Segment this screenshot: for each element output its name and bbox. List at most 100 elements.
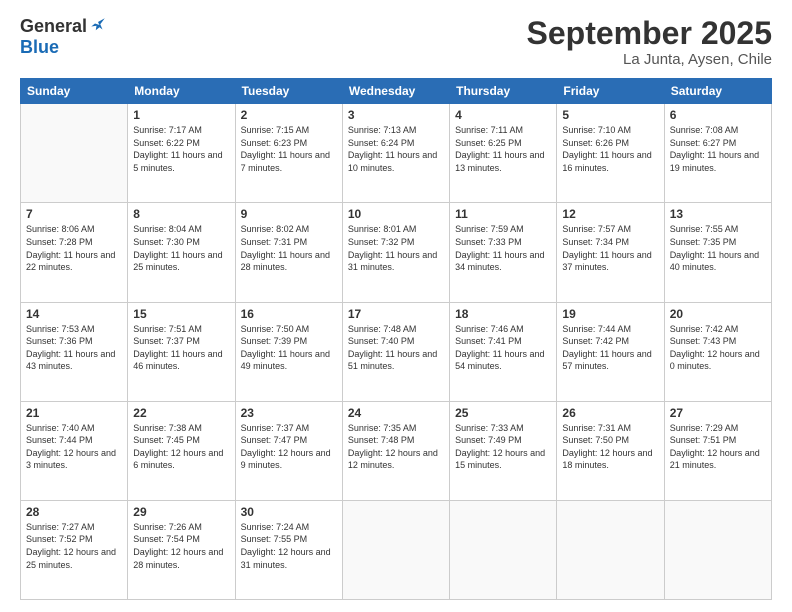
- cell-info: Sunrise: 8:01 AM Sunset: 7:32 PM Dayligh…: [348, 223, 444, 273]
- cell-info: Sunrise: 7:51 AM Sunset: 7:37 PM Dayligh…: [133, 323, 229, 373]
- header-sunday: Sunday: [21, 79, 128, 104]
- header-wednesday: Wednesday: [342, 79, 449, 104]
- header-thursday: Thursday: [450, 79, 557, 104]
- logo-bird-icon: [89, 16, 107, 34]
- day-number: 10: [348, 207, 444, 221]
- header-saturday: Saturday: [664, 79, 771, 104]
- cell-info: Sunrise: 7:24 AM Sunset: 7:55 PM Dayligh…: [241, 521, 337, 571]
- calendar-cell: 28 Sunrise: 7:27 AM Sunset: 7:52 PM Dayli…: [21, 500, 128, 599]
- day-number: 2: [241, 108, 337, 122]
- cell-info: Sunrise: 7:15 AM Sunset: 6:23 PM Dayligh…: [241, 124, 337, 174]
- day-number: 19: [562, 307, 658, 321]
- header-friday: Friday: [557, 79, 664, 104]
- cell-info: Sunrise: 7:55 AM Sunset: 7:35 PM Dayligh…: [670, 223, 766, 273]
- calendar-cell: 20 Sunrise: 7:42 AM Sunset: 7:43 PM Dayli…: [664, 302, 771, 401]
- calendar-cell: 9 Sunrise: 8:02 AM Sunset: 7:31 PM Daylig…: [235, 203, 342, 302]
- day-number: 28: [26, 505, 122, 519]
- calendar-cell: 11 Sunrise: 7:59 AM Sunset: 7:33 PM Dayli…: [450, 203, 557, 302]
- day-number: 29: [133, 505, 229, 519]
- cell-info: Sunrise: 7:57 AM Sunset: 7:34 PM Dayligh…: [562, 223, 658, 273]
- calendar-cell: 26 Sunrise: 7:31 AM Sunset: 7:50 PM Dayli…: [557, 401, 664, 500]
- calendar-cell: 8 Sunrise: 8:04 AM Sunset: 7:30 PM Daylig…: [128, 203, 235, 302]
- cell-info: Sunrise: 7:53 AM Sunset: 7:36 PM Dayligh…: [26, 323, 122, 373]
- calendar-cell: 2 Sunrise: 7:15 AM Sunset: 6:23 PM Daylig…: [235, 104, 342, 203]
- cell-info: Sunrise: 7:26 AM Sunset: 7:54 PM Dayligh…: [133, 521, 229, 571]
- cell-info: Sunrise: 7:10 AM Sunset: 6:26 PM Dayligh…: [562, 124, 658, 174]
- day-number: 1: [133, 108, 229, 122]
- header-monday: Monday: [128, 79, 235, 104]
- day-number: 20: [670, 307, 766, 321]
- day-number: 9: [241, 207, 337, 221]
- week-row-3: 21 Sunrise: 7:40 AM Sunset: 7:44 PM Dayli…: [21, 401, 772, 500]
- cell-info: Sunrise: 7:42 AM Sunset: 7:43 PM Dayligh…: [670, 323, 766, 373]
- cell-info: Sunrise: 7:31 AM Sunset: 7:50 PM Dayligh…: [562, 422, 658, 472]
- cell-info: Sunrise: 7:33 AM Sunset: 7:49 PM Dayligh…: [455, 422, 551, 472]
- day-number: 8: [133, 207, 229, 221]
- calendar-cell: 18 Sunrise: 7:46 AM Sunset: 7:41 PM Dayli…: [450, 302, 557, 401]
- cell-info: Sunrise: 7:08 AM Sunset: 6:27 PM Dayligh…: [670, 124, 766, 174]
- calendar-cell: 16Sunrise: 7:50 AM Sunset: 7:39 PM Dayli…: [235, 302, 342, 401]
- calendar-cell: 12Sunrise: 7:57 AM Sunset: 7:34 PM Dayli…: [557, 203, 664, 302]
- page: General Blue September 2025 La Junta, Ay…: [0, 0, 792, 612]
- week-row-1: 7 Sunrise: 8:06 AM Sunset: 7:28 PM Daylig…: [21, 203, 772, 302]
- calendar-cell: 7 Sunrise: 8:06 AM Sunset: 7:28 PM Daylig…: [21, 203, 128, 302]
- calendar-cell: 14 Sunrise: 7:53 AM Sunset: 7:36 PM Dayli…: [21, 302, 128, 401]
- header-tuesday: Tuesday: [235, 79, 342, 104]
- week-row-4: 28 Sunrise: 7:27 AM Sunset: 7:52 PM Dayli…: [21, 500, 772, 599]
- calendar-cell: 1 Sunrise: 7:17 AM Sunset: 6:22 PM Daylig…: [128, 104, 235, 203]
- cell-info: Sunrise: 8:06 AM Sunset: 7:28 PM Dayligh…: [26, 223, 122, 273]
- calendar-cell: 13 Sunrise: 7:55 AM Sunset: 7:35 PM Dayli…: [664, 203, 771, 302]
- logo-general-text: General: [20, 16, 87, 37]
- day-number: 5: [562, 108, 658, 122]
- calendar-cell: 24Sunrise: 7:35 AM Sunset: 7:48 PM Dayli…: [342, 401, 449, 500]
- day-number: 4: [455, 108, 551, 122]
- calendar-cell: 23Sunrise: 7:37 AM Sunset: 7:47 PM Dayli…: [235, 401, 342, 500]
- calendar-cell: [450, 500, 557, 599]
- calendar-cell: 25 Sunrise: 7:33 AM Sunset: 7:49 PM Dayli…: [450, 401, 557, 500]
- cell-info: Sunrise: 7:59 AM Sunset: 7:33 PM Dayligh…: [455, 223, 551, 273]
- cell-info: Sunrise: 7:48 AM Sunset: 7:40 PM Dayligh…: [348, 323, 444, 373]
- cell-info: Sunrise: 7:44 AM Sunset: 7:42 PM Dayligh…: [562, 323, 658, 373]
- calendar-cell: [21, 104, 128, 203]
- day-number: 18: [455, 307, 551, 321]
- title-block: September 2025 La Junta, Aysen, Chile: [527, 16, 772, 68]
- week-row-0: 1 Sunrise: 7:17 AM Sunset: 6:22 PM Daylig…: [21, 104, 772, 203]
- calendar-cell: 19 Sunrise: 7:44 AM Sunset: 7:42 PM Dayli…: [557, 302, 664, 401]
- cell-info: Sunrise: 8:04 AM Sunset: 7:30 PM Dayligh…: [133, 223, 229, 273]
- day-number: 22: [133, 406, 229, 420]
- cell-info: Sunrise: 7:17 AM Sunset: 6:22 PM Dayligh…: [133, 124, 229, 174]
- day-number: 21: [26, 406, 122, 420]
- calendar-cell: [557, 500, 664, 599]
- day-number: 14: [26, 307, 122, 321]
- days-header-row: Sunday Monday Tuesday Wednesday Thursday…: [21, 79, 772, 104]
- day-number: 11: [455, 207, 551, 221]
- calendar-cell: 6 Sunrise: 7:08 AM Sunset: 6:27 PM Daylig…: [664, 104, 771, 203]
- location: La Junta, Aysen, Chile: [527, 51, 772, 68]
- calendar-cell: 17 Sunrise: 7:48 AM Sunset: 7:40 PM Dayli…: [342, 302, 449, 401]
- cell-info: Sunrise: 7:11 AM Sunset: 6:25 PM Dayligh…: [455, 124, 551, 174]
- calendar-cell: 10 Sunrise: 8:01 AM Sunset: 7:32 PM Dayli…: [342, 203, 449, 302]
- week-row-2: 14 Sunrise: 7:53 AM Sunset: 7:36 PM Dayli…: [21, 302, 772, 401]
- cell-info: Sunrise: 7:40 AM Sunset: 7:44 PM Dayligh…: [26, 422, 122, 472]
- day-number: 26: [562, 406, 658, 420]
- day-number: 7: [26, 207, 122, 221]
- day-number: 23: [241, 406, 337, 420]
- day-number: 13: [670, 207, 766, 221]
- cell-info: Sunrise: 7:13 AM Sunset: 6:24 PM Dayligh…: [348, 124, 444, 174]
- logo: General Blue: [20, 16, 107, 58]
- cell-info: Sunrise: 7:29 AM Sunset: 7:51 PM Dayligh…: [670, 422, 766, 472]
- cell-info: Sunrise: 7:46 AM Sunset: 7:41 PM Dayligh…: [455, 323, 551, 373]
- calendar-table: Sunday Monday Tuesday Wednesday Thursday…: [20, 78, 772, 600]
- calendar-cell: [664, 500, 771, 599]
- cell-info: Sunrise: 8:02 AM Sunset: 7:31 PM Dayligh…: [241, 223, 337, 273]
- calendar-cell: 15Sunrise: 7:51 AM Sunset: 7:37 PM Dayli…: [128, 302, 235, 401]
- day-number: 17: [348, 307, 444, 321]
- logo-blue-text: Blue: [20, 37, 59, 57]
- calendar-cell: 29 Sunrise: 7:26 AM Sunset: 7:54 PM Dayli…: [128, 500, 235, 599]
- day-number: 6: [670, 108, 766, 122]
- cell-info: Sunrise: 7:35 AM Sunset: 7:48 PM Dayligh…: [348, 422, 444, 472]
- header: General Blue September 2025 La Junta, Ay…: [20, 16, 772, 68]
- day-number: 25: [455, 406, 551, 420]
- cell-info: Sunrise: 7:27 AM Sunset: 7:52 PM Dayligh…: [26, 521, 122, 571]
- calendar-cell: 22Sunrise: 7:38 AM Sunset: 7:45 PM Dayli…: [128, 401, 235, 500]
